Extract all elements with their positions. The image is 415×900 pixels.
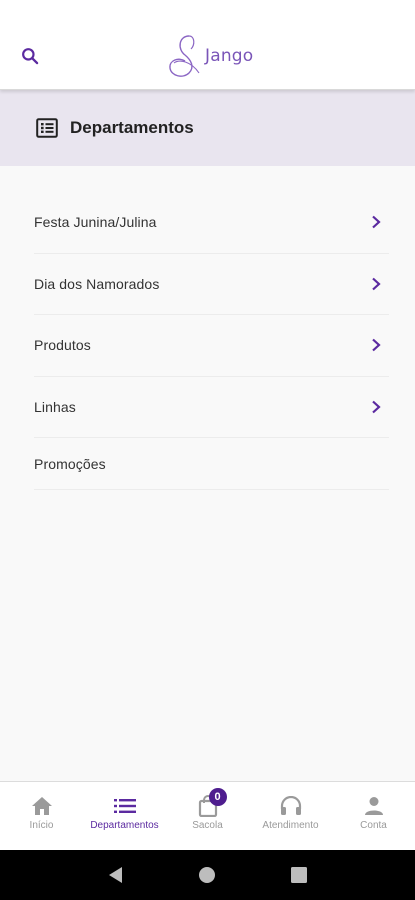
nav-label: Conta <box>360 820 387 831</box>
page-title: Departamentos <box>70 118 194 137</box>
nav-item-departamentos[interactable]: Departamentos <box>83 782 166 850</box>
headphones-icon <box>280 795 302 817</box>
menu-item-label: Linhas <box>34 398 76 415</box>
list-box-icon <box>36 118 58 138</box>
nav-label: Início <box>29 820 54 831</box>
system-nav-bar <box>0 850 415 900</box>
nav-label: Atendimento <box>262 820 319 831</box>
menu-item-produtos[interactable]: Produtos <box>34 315 389 377</box>
menu-item-promocoes[interactable]: Promoções <box>34 438 389 490</box>
nav-item-inicio[interactable]: Início <box>0 782 83 850</box>
nav-label: Sacola <box>192 820 223 831</box>
menu-item-festa-junina[interactable]: Festa Junina/Julina <box>34 192 389 254</box>
logo-mark-icon <box>169 35 200 77</box>
menu-item-label: Produtos <box>34 337 91 354</box>
nav-item-conta[interactable]: Conta <box>332 782 415 850</box>
top-bar: Jango <box>0 0 415 90</box>
chevron-right-icon <box>367 213 385 231</box>
chevron-right-icon <box>367 275 385 293</box>
menu-item-linhas[interactable]: Linhas <box>34 377 389 438</box>
menu-item-label: Festa Junina/Julina <box>34 214 157 231</box>
search-button[interactable] <box>18 44 42 68</box>
chevron-right-icon <box>367 336 385 354</box>
brand-logo[interactable]: Jango <box>165 32 253 80</box>
recents-icon <box>291 867 308 883</box>
recents-button[interactable] <box>284 860 314 890</box>
home-icon <box>31 795 53 817</box>
departments-list: Festa Junina/Julina Dia dos Namorados Pr… <box>34 192 389 490</box>
departments-header: Departamentos <box>0 90 415 166</box>
back-icon <box>108 867 122 883</box>
person-icon <box>364 795 384 817</box>
search-icon <box>22 48 39 65</box>
list-icon <box>113 795 136 817</box>
app-screen: Jango Departamentos Festa Junina/Julina … <box>0 0 415 900</box>
cart-count-badge: 0 <box>208 788 227 806</box>
chevron-right-icon <box>367 398 385 416</box>
nav-label: Departamentos <box>90 820 159 831</box>
home-button[interactable] <box>192 860 222 890</box>
nav-item-sacola[interactable]: 0 Sacola <box>166 782 249 850</box>
home-circle-icon <box>199 867 216 883</box>
menu-item-label: Promoções <box>34 455 106 472</box>
bottom-nav: Início Departamentos 0 Sacola Atendiment… <box>0 781 415 850</box>
nav-item-atendimento[interactable]: Atendimento <box>249 782 332 850</box>
bag-icon: 0 <box>198 788 227 817</box>
logo-text: Jango <box>205 46 254 66</box>
menu-item-label: Dia dos Namorados <box>34 275 160 292</box>
back-button[interactable] <box>101 860 131 890</box>
menu-item-dia-dos-namorados[interactable]: Dia dos Namorados <box>34 254 389 315</box>
